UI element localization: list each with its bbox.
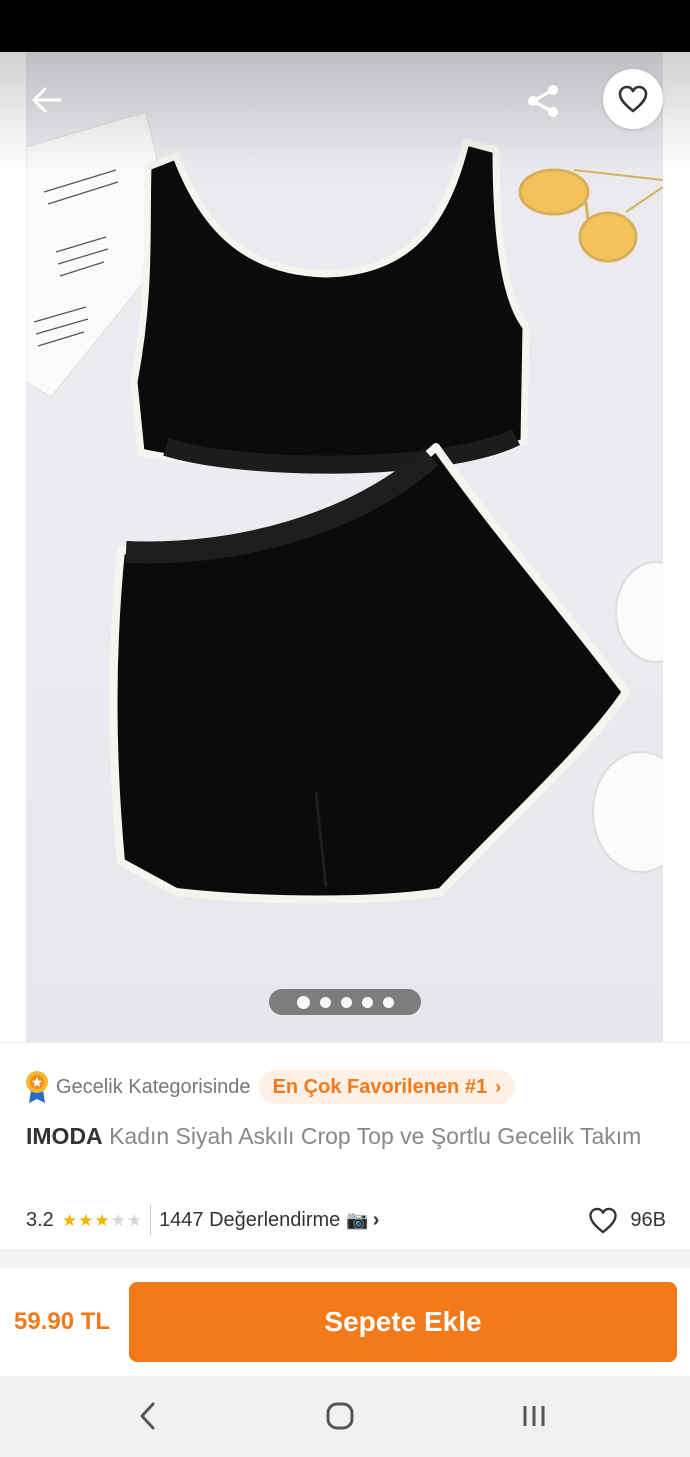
gallery-dot[interactable] [340,996,352,1008]
home-circle-icon [326,1402,354,1430]
status-bar [0,0,690,52]
gallery-dot[interactable] [382,996,394,1008]
gallery-dot[interactable] [319,996,331,1008]
gallery-dot[interactable] [361,996,373,1008]
crop-top-garment [130,138,530,474]
product-info: Gecelik Kategorisinde En Çok Favorilenen… [0,1042,690,1252]
arrow-left-icon [32,87,62,113]
likes-counter[interactable]: 96B [588,1203,666,1237]
product-image-gallery[interactable] [0,52,690,1042]
star-empty-icon: ★ [110,1210,126,1230]
category-label: Gecelik Kategorisinde [56,1075,251,1098]
chevron-right-icon: › [495,1076,502,1097]
system-navigation-bar [0,1376,690,1457]
add-to-cart-button[interactable]: Sepete Ekle [129,1282,677,1362]
star-filled-icon: ★ [61,1210,78,1230]
back-button[interactable] [22,80,72,120]
product-photo [26,52,663,1042]
reviews-count: 1447 Değerlendirme [159,1208,341,1231]
product-photo-illustration [26,111,663,904]
section-divider [0,1250,690,1268]
camera-icon: 📷 [346,1209,369,1230]
rating-row: 3.2 ★ ★ ★ ★ ★ 1447 Değerlendirme 📷 › 96B [26,1203,666,1237]
favorite-rank-badge[interactable]: En Çok Favorilenen #1 › [258,1070,516,1104]
medal-icon [26,1071,48,1103]
heart-outline-icon [589,1207,618,1233]
system-recents-button[interactable] [504,1396,564,1436]
chevron-right-icon: › [372,1208,380,1231]
brand-name[interactable]: IMODA [26,1123,103,1149]
system-back-button[interactable] [118,1396,178,1436]
star-empty-icon: ★ [126,1210,143,1230]
gallery-dot-active[interactable] [296,995,310,1009]
gallery-pagination [269,989,421,1015]
product-name: Kadın Siyah Askılı Crop Top ve Şortlu Ge… [109,1123,642,1149]
system-home-button[interactable] [310,1396,370,1436]
likes-count: 96B [630,1208,666,1231]
star-filled-icon: ★ [78,1210,94,1230]
rating-stars: ★ ★ ★ ★ ★ [62,1212,142,1229]
favorite-button[interactable] [603,69,663,129]
category-rank-row: Gecelik Kategorisinde En Çok Favorilenen… [24,1069,516,1105]
add-to-cart-bar: 59.90 TL Sepete Ekle [0,1268,690,1376]
reviews-link[interactable]: 1447 Değerlendirme 📷 › [159,1209,379,1232]
chevron-left-icon [140,1402,155,1430]
favorite-rank-label: En Çok Favorilenen #1 [272,1075,488,1098]
sunglasses-prop [518,168,663,263]
share-icon [528,85,558,117]
rating-divider [150,1205,152,1235]
heart-outline-icon [618,85,648,113]
product-price: 59.90 TL [14,1308,111,1335]
shorts-garment [109,443,630,904]
recents-icon [523,1406,545,1426]
share-button[interactable] [520,78,566,124]
rating-score: 3.2 [26,1208,54,1231]
product-title: IMODA Kadın Siyah Askılı Crop Top ve Şor… [26,1121,666,1152]
star-filled-icon: ★ [94,1210,110,1230]
